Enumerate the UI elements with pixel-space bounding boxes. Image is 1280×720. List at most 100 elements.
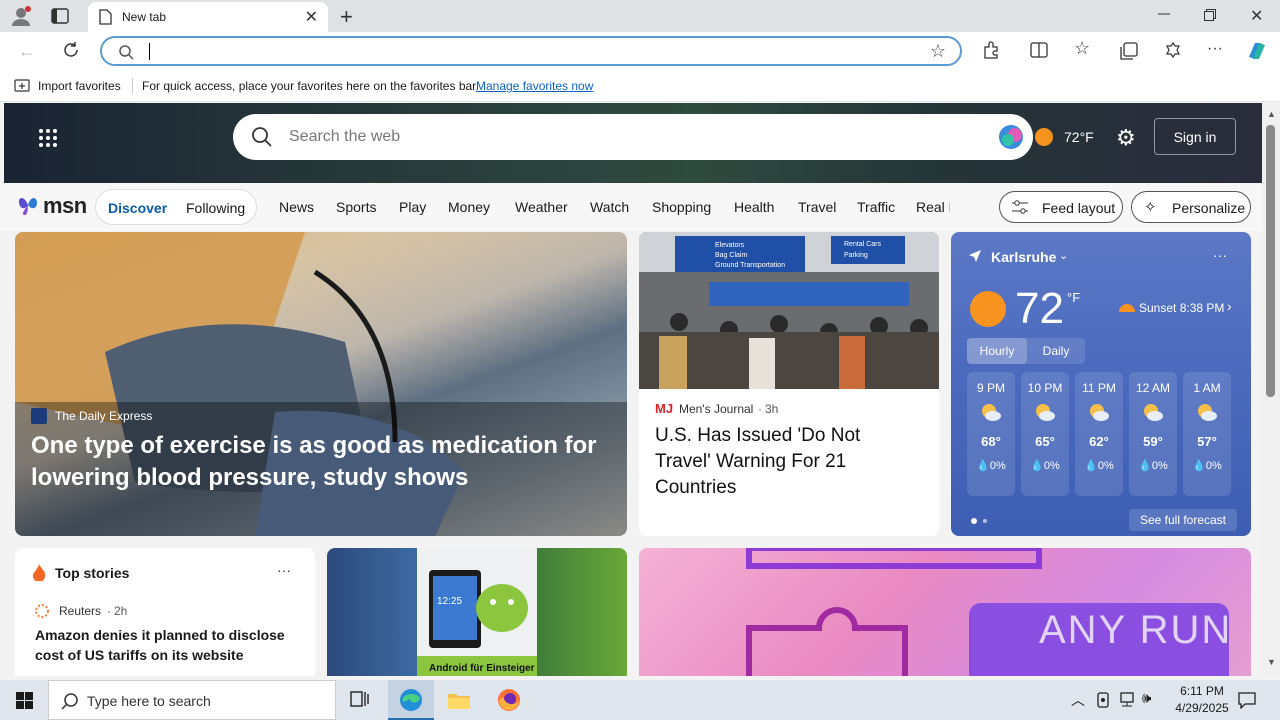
more-icon[interactable]: ···	[277, 562, 291, 578]
sign-bag-claim: Bag Claim	[715, 252, 747, 259]
top-stories-title[interactable]: Top stories	[55, 565, 129, 581]
tab-new-tab[interactable]: New tab ✕	[88, 2, 328, 32]
personalize-button[interactable]: ✧ Personalize	[1131, 191, 1251, 223]
top-story-source: Reuters	[59, 604, 102, 618]
puzzle-image-card[interactable]: ANY RUN	[639, 548, 1251, 676]
favorite-star-icon[interactable]: ☆	[930, 41, 946, 62]
volume-icon[interactable]: 🕪	[1142, 690, 1151, 707]
tab-actions-icon[interactable]	[50, 7, 70, 25]
search-placeholder: Search the web	[289, 128, 401, 145]
address-bar[interactable]: ☆	[100, 36, 962, 66]
hero-story-headline[interactable]: One type of exercise is as good as medic…	[31, 430, 601, 494]
scroll-up-arrow[interactable]: ▲	[1267, 109, 1276, 119]
sign-in-button[interactable]: Sign in	[1154, 118, 1236, 155]
settings-gear-icon[interactable]: ⚙	[1116, 125, 1136, 151]
copilot-icon[interactable]	[1245, 39, 1269, 63]
notifications-icon[interactable]	[1238, 691, 1256, 709]
firefox-icon[interactable]	[497, 688, 521, 712]
tab-title: New tab	[122, 10, 167, 24]
copilot-search-icon[interactable]	[997, 123, 1025, 151]
more-icon[interactable]: ···	[1213, 247, 1227, 263]
scroll-thumb[interactable]	[1266, 125, 1275, 397]
minimize-icon[interactable]	[1156, 8, 1172, 20]
collections-icon[interactable]	[1120, 42, 1138, 60]
file-explorer-icon[interactable]	[447, 690, 471, 710]
scroll-down-arrow[interactable]: ▼	[1267, 657, 1276, 667]
tab-daily[interactable]: Daily	[1027, 338, 1085, 364]
restore-icon[interactable]	[1204, 9, 1216, 21]
tab-following[interactable]: Following	[186, 200, 245, 216]
nav-health[interactable]: Health	[734, 199, 774, 215]
nav-watch[interactable]: Watch	[590, 199, 629, 215]
sun-icon	[969, 290, 1007, 328]
manage-favorites-link[interactable]: Manage favorites now	[476, 79, 593, 93]
travel-story-card[interactable]: Elevators Bag Claim Ground Transportatio…	[639, 232, 939, 536]
page-scrollbar[interactable]: ▲ ▼	[1262, 103, 1280, 676]
page-dot[interactable]	[983, 519, 987, 523]
split-screen-icon[interactable]	[1030, 42, 1048, 58]
favorites-icon[interactable]: ☆	[1074, 38, 1090, 59]
refresh-icon[interactable]	[62, 41, 80, 59]
feed-layout-button[interactable]: Feed layout	[999, 191, 1123, 223]
nav-traffic[interactable]: Traffic	[857, 199, 895, 215]
close-tab-icon[interactable]: ✕	[305, 7, 318, 27]
nav-news[interactable]: News	[279, 199, 314, 215]
hour-precip: 💧0%	[1138, 460, 1168, 472]
chevron-up-icon[interactable]: ︿	[1071, 690, 1085, 710]
precip-value: 0%	[1043, 460, 1060, 472]
hourly-column[interactable]: 1 AM 57° 💧0%	[1183, 372, 1231, 496]
partly-cloudy-night-icon	[1129, 403, 1177, 424]
taskbar-search-box[interactable]: Type here to search	[48, 680, 336, 720]
clock-time[interactable]: 6:11 PM	[1170, 684, 1234, 698]
network-icon[interactable]	[1118, 692, 1136, 708]
more-options-icon[interactable]: ···	[1207, 40, 1223, 58]
header-temperature[interactable]: 72°F	[1064, 129, 1094, 145]
sliders-icon	[1012, 200, 1028, 214]
nav-play[interactable]: Play	[399, 199, 426, 215]
clock-date[interactable]: 4/29/2025	[1166, 701, 1238, 715]
weather-card[interactable]: Karlsruhe ⌄ ··· 72 °F Sunset 8:38 PM › H…	[951, 232, 1251, 536]
apps-grid-icon[interactable]	[38, 128, 58, 148]
hourly-column[interactable]: 9 PM 68° 💧0%	[967, 372, 1015, 496]
personalize-icon: ✧	[1144, 199, 1157, 216]
web-search-box[interactable]: Search the web	[233, 114, 1033, 160]
hour-temp: 57°	[1197, 434, 1217, 449]
hourly-column[interactable]: 12 AM 59° 💧0%	[1129, 372, 1177, 496]
hourly-column[interactable]: 10 PM 65° 💧0%	[1021, 372, 1069, 496]
msn-logo-text[interactable]: msn	[43, 193, 87, 219]
back-icon[interactable]: ←	[18, 41, 36, 62]
import-favorites-button[interactable]: Import favorites	[38, 79, 121, 93]
network-device-icon[interactable]	[1096, 692, 1110, 708]
browser-essentials-icon[interactable]	[1164, 41, 1182, 59]
precip-value: 0%	[989, 460, 1006, 472]
windows-start-icon[interactable]	[16, 692, 33, 709]
sign-in-label: Sign in	[1173, 128, 1217, 145]
book-caption: Android für Einsteiger	[429, 663, 535, 674]
msn-butterfly-icon[interactable]	[16, 193, 40, 217]
page-dot-active[interactable]	[971, 518, 977, 524]
nav-money[interactable]: Money	[448, 199, 490, 215]
nav-travel[interactable]: Travel	[798, 199, 836, 215]
nav-real-estate[interactable]: Real E	[916, 199, 950, 215]
taskbar-edge-app[interactable]	[388, 680, 434, 720]
see-full-forecast-button[interactable]: See full forecast	[1129, 509, 1237, 531]
nav-weather[interactable]: Weather	[515, 199, 568, 215]
tab-hourly[interactable]: Hourly	[967, 338, 1027, 364]
nav-sports[interactable]: Sports	[336, 199, 376, 215]
hour-temp: 68°	[981, 434, 1001, 449]
close-window-icon[interactable]: ✕	[1250, 6, 1263, 26]
nav-shopping[interactable]: Shopping	[652, 199, 711, 215]
extensions-icon[interactable]	[982, 41, 1000, 59]
tab-discover[interactable]: Discover	[108, 200, 167, 216]
hero-story-card[interactable]: The Daily Express One type of exercise i…	[15, 232, 627, 536]
weather-location[interactable]: Karlsruhe	[991, 249, 1056, 265]
chevron-down-icon[interactable]: ⌄	[1059, 249, 1068, 262]
story2-headline[interactable]: U.S. Has Issued 'Do Not Travel' Warning …	[655, 423, 915, 501]
top-story-headline[interactable]: Amazon denies it planned to disclose cos…	[35, 625, 295, 665]
hourly-column[interactable]: 11 PM 62° 💧0%	[1075, 372, 1123, 496]
profile-icon[interactable]	[10, 5, 32, 27]
task-view-icon[interactable]	[350, 691, 370, 709]
android-story-card[interactable]: 12:25 Android für Einsteiger	[327, 548, 627, 676]
new-tab-icon[interactable]: +	[340, 4, 353, 30]
chevron-right-icon[interactable]: ›	[1227, 298, 1232, 314]
